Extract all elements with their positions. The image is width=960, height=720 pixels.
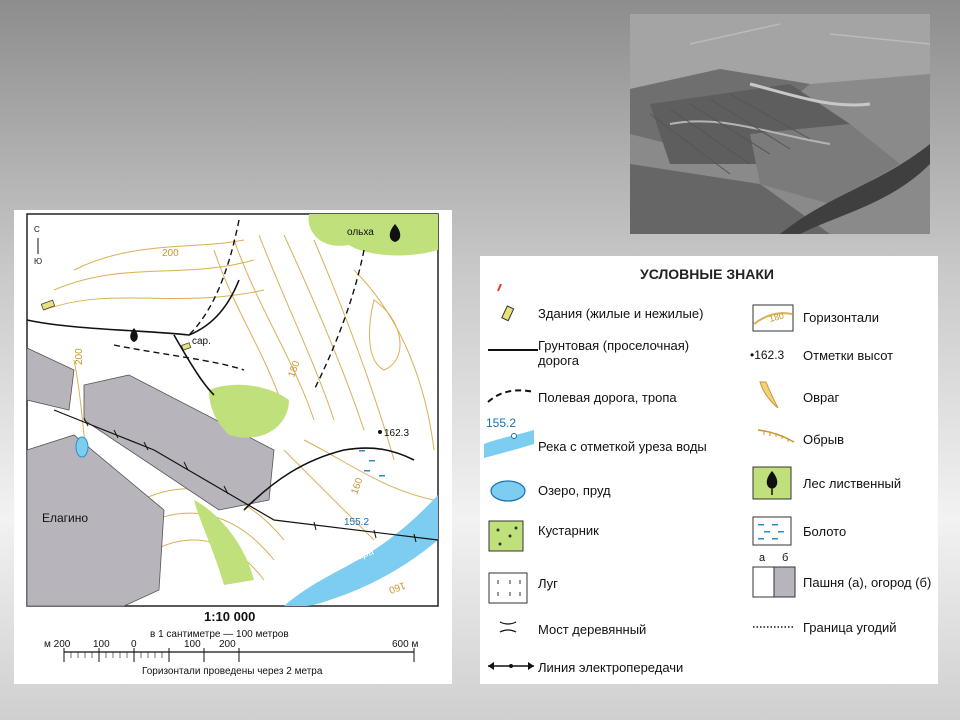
- legend-item-label: Здания (жилые и нежилые): [538, 306, 704, 321]
- building-icon: [501, 305, 515, 322]
- shrub-icon: [488, 520, 524, 552]
- legend-item-label: Пашня (а), огород (б): [803, 575, 932, 590]
- legend-item-label: Линия электропередачи: [538, 660, 684, 675]
- barn-label: сар.: [192, 336, 211, 347]
- legend-item-label: Грунтовая (проселочная): [538, 338, 690, 353]
- legend-item-label: Кустарник: [538, 523, 599, 538]
- height-mark: •162.3: [750, 348, 785, 362]
- cliff-icon: [757, 429, 795, 443]
- scale-tick-label: 100: [93, 639, 110, 650]
- south-label: Ю: [34, 257, 42, 266]
- ravine-icon: [759, 381, 779, 409]
- scale-tick-label: 200: [219, 639, 236, 650]
- legend-item-label-2: дорога: [538, 353, 579, 368]
- legend-item-label: Луг: [538, 576, 558, 591]
- aerial-photo: [630, 14, 930, 234]
- dirt-road-icon: [488, 349, 538, 351]
- swamp-icon: [752, 516, 792, 546]
- river-mark: 155.2: [486, 416, 517, 430]
- power-line-icon: [488, 662, 534, 670]
- legend-item-label: Мост деревянный: [538, 622, 647, 637]
- field-a-label: а: [759, 552, 766, 564]
- legend-item-label: Обрыв: [803, 432, 845, 447]
- boundary-icon: [753, 626, 793, 628]
- legend-item-label: Река с отметкой уреза воды: [538, 439, 707, 454]
- scale-ratio: 1:10 000: [204, 609, 255, 624]
- scale-tick-label: 100: [184, 639, 201, 650]
- legend-item-label: Граница угодий: [803, 620, 897, 635]
- river-mark-label: 155.2: [344, 517, 369, 528]
- contour-label-200-left: 200: [74, 348, 85, 365]
- contour-note: Горизонтали проведены через 2 метра: [142, 666, 323, 677]
- legend-item-label: Овраг: [803, 390, 840, 405]
- legend-item-label: Болото: [803, 524, 847, 539]
- field-b-label: б: [782, 552, 789, 564]
- alder-label: ольха: [347, 227, 374, 238]
- scale-tick-label: 0: [131, 639, 137, 650]
- legend-item-label: Горизонтали: [803, 310, 880, 325]
- red-mark-icon: [497, 284, 502, 292]
- legend-item-label: Озеро, пруд: [538, 483, 611, 498]
- village-label: Елагино: [42, 511, 88, 525]
- legend-item-label: Лес лиственный: [803, 476, 902, 491]
- legend-item-label: Полевая дорога, тропа: [538, 390, 677, 405]
- legend-panel: УСЛОВНЫЕ ЗНАКИ Здания (жилые и нежилые) …: [480, 256, 938, 684]
- field-road-icon: [487, 389, 535, 403]
- scale-unit-left: м 200: [44, 639, 71, 650]
- bridge-icon: [499, 621, 517, 633]
- north-label: С: [34, 225, 40, 234]
- topographic-map: С Ю 200 180 160 160 200 ольха сар. Елаги…: [14, 210, 452, 684]
- lake-icon: [490, 480, 526, 502]
- meadow-icon: [488, 572, 528, 604]
- field-icon: [752, 566, 796, 598]
- map-drawing: С Ю 200 180 160 160 200 ольха сар. Елаги…: [26, 213, 439, 677]
- aerial-photo-image: [630, 14, 930, 234]
- contour-label-200: 200: [162, 248, 179, 259]
- contour-icon: 180: [752, 304, 794, 332]
- legend-item-label: Отметки высот: [803, 348, 894, 363]
- forest-icon: [752, 466, 792, 500]
- height-mark-label: 162.3: [384, 428, 409, 439]
- scale-right-label: 600 м: [392, 639, 418, 650]
- legend-title: УСЛОВНЫЕ ЗНАКИ: [640, 266, 774, 282]
